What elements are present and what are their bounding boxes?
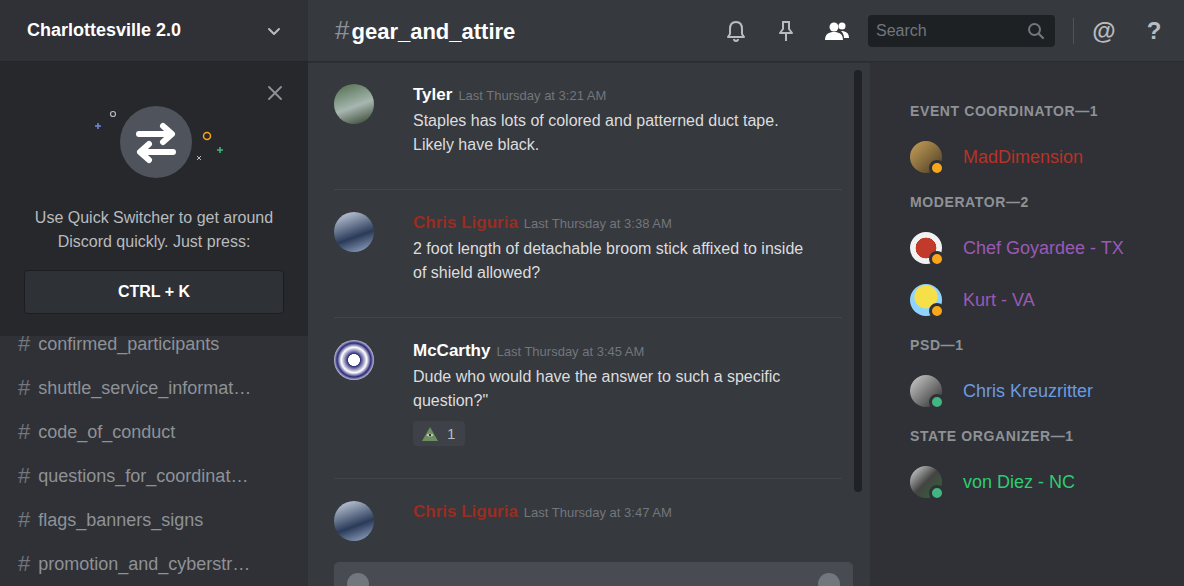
server-name[interactable]: Charlottesville 2.0 bbox=[27, 20, 181, 41]
channel-name[interactable]: code_of_conduct bbox=[38, 422, 175, 443]
mentions-icon[interactable]: @ bbox=[1092, 19, 1116, 43]
close-icon[interactable] bbox=[268, 86, 282, 100]
channel-header: #gear_and_attire Search @? bbox=[308, 0, 1184, 62]
search-placeholder: Search bbox=[876, 22, 927, 40]
channel-name[interactable]: promotion_and_cyberstr… bbox=[38, 554, 250, 575]
eye-pyramid-icon bbox=[421, 426, 439, 442]
channel-item[interactable]: # shuttle_service_informat… bbox=[0, 366, 308, 410]
status-dot bbox=[929, 160, 945, 176]
quick-switcher-popup: Use Quick Switcher to get around Discord… bbox=[0, 62, 308, 336]
member-name[interactable]: von Diez - NC bbox=[963, 472, 1075, 493]
emoji-icon[interactable] bbox=[817, 572, 841, 586]
author-name[interactable]: Chris Liguria bbox=[413, 212, 518, 234]
member-name[interactable]: MadDimension bbox=[963, 147, 1083, 168]
pin-icon[interactable] bbox=[774, 19, 798, 43]
member-group: PSD—1 Chris Kreuzritter bbox=[910, 335, 1174, 417]
timestamp: Last Thursday at 3:21 AM bbox=[458, 85, 606, 107]
message-text: Dude who would have the answer to such a… bbox=[413, 365, 805, 413]
quick-switcher-message: Use Quick Switcher to get around Discord… bbox=[26, 206, 282, 254]
avatar[interactable] bbox=[334, 212, 374, 252]
channel-name[interactable]: confirmed_participants bbox=[38, 334, 219, 355]
member-item[interactable]: Chef Goyardee - TX bbox=[910, 222, 1174, 274]
channel-item[interactable]: # questions_for_coordinat… bbox=[0, 454, 308, 498]
status-dot bbox=[929, 394, 945, 410]
upload-icon[interactable] bbox=[346, 572, 370, 586]
message-text: Staples has lots of colored and patterne… bbox=[413, 109, 805, 157]
message: Chris Liguria Last Thursday at 3:47 AM bbox=[334, 479, 842, 562]
toolbar-divider bbox=[1073, 18, 1074, 44]
hash-icon: # bbox=[18, 551, 30, 577]
switch-arrows-icon bbox=[79, 100, 229, 184]
member-name[interactable]: Kurt - VA bbox=[963, 290, 1035, 311]
scrollbar[interactable] bbox=[854, 70, 862, 492]
hash-icon: # bbox=[18, 507, 30, 533]
chat-panel: Tyler Last Thursday at 3:21 AMStaples has… bbox=[308, 62, 870, 586]
avatar[interactable] bbox=[334, 501, 374, 541]
channel-item[interactable]: # promotion_and_cyberstr… bbox=[0, 542, 308, 586]
members-icon[interactable] bbox=[824, 19, 850, 43]
avatar[interactable] bbox=[910, 284, 942, 316]
member-group: STATE ORGANIZER—1 von Diez - NC bbox=[910, 426, 1174, 508]
member-item[interactable]: Kurt - VA bbox=[910, 274, 1174, 326]
channel-item[interactable]: # code_of_conduct bbox=[0, 410, 308, 454]
avatar[interactable] bbox=[334, 340, 374, 380]
role-header: EVENT COORDINATOR—1 bbox=[910, 101, 1174, 121]
search-field[interactable]: Search bbox=[868, 15, 1055, 47]
role-header: MODERATOR—2 bbox=[910, 192, 1174, 212]
member-group: MODERATOR—2 Chef Goyardee - TX Kurt - VA bbox=[910, 192, 1174, 326]
hash-icon: # bbox=[18, 375, 30, 401]
discord-window: Charlottesville 2.0 # confirmed_participan… bbox=[0, 0, 1184, 586]
chevron-down-icon[interactable] bbox=[266, 23, 282, 39]
member-name[interactable]: Chef Goyardee - TX bbox=[963, 238, 1124, 259]
server-header[interactable]: Charlottesville 2.0 bbox=[0, 0, 308, 62]
avatar[interactable] bbox=[910, 466, 942, 498]
avatar[interactable] bbox=[910, 141, 942, 173]
member-group: EVENT COORDINATOR—1 MadDimension bbox=[910, 101, 1174, 183]
scrollbar-thumb[interactable] bbox=[854, 70, 862, 492]
message-list: Tyler Last Thursday at 3:21 AMStaples has… bbox=[308, 62, 842, 562]
channel-title: #gear_and_attire bbox=[335, 15, 515, 46]
bell-icon[interactable] bbox=[724, 19, 748, 43]
channel-item[interactable]: # flags_banners_signs bbox=[0, 498, 308, 542]
author-name[interactable]: Chris Liguria bbox=[413, 501, 518, 523]
magnifier-icon bbox=[1027, 22, 1045, 40]
member-list: EVENT COORDINATOR—1 MadDimension MODERATOR… bbox=[870, 62, 1184, 586]
main-area: #gear_and_attire Search @? Tyler Last Thursd… bbox=[308, 0, 1184, 586]
message-text: 2 foot length of detachable broom stick … bbox=[413, 237, 805, 285]
channel-name[interactable]: flags_banners_signs bbox=[38, 510, 203, 531]
member-name[interactable]: Chris Kreuzritter bbox=[963, 381, 1093, 402]
message: Tyler Last Thursday at 3:21 AMStaples has… bbox=[334, 62, 842, 190]
avatar[interactable] bbox=[910, 232, 942, 264]
channel-name[interactable]: shuttle_service_informat… bbox=[38, 378, 251, 399]
role-header: PSD—1 bbox=[910, 335, 1174, 355]
message: Chris Liguria Last Thursday at 3:38 AM2 f… bbox=[334, 190, 842, 318]
channel-name[interactable]: questions_for_coordinat… bbox=[38, 466, 248, 487]
role-header: STATE ORGANIZER—1 bbox=[910, 426, 1174, 446]
avatar[interactable] bbox=[910, 375, 942, 407]
hash-icon: # bbox=[18, 419, 30, 445]
avatar[interactable] bbox=[334, 84, 374, 124]
reaction[interactable]: 1 bbox=[413, 421, 465, 446]
status-dot bbox=[929, 251, 945, 267]
hash-icon: # bbox=[18, 463, 30, 489]
member-item[interactable]: Chris Kreuzritter bbox=[910, 365, 1174, 417]
member-item[interactable]: MadDimension bbox=[910, 131, 1174, 183]
author-name[interactable]: McCarthy bbox=[413, 340, 490, 362]
message-input[interactable] bbox=[334, 562, 853, 586]
author-name[interactable]: Tyler bbox=[413, 84, 452, 106]
status-dot bbox=[929, 485, 945, 501]
member-item[interactable]: von Diez - NC bbox=[910, 456, 1174, 508]
timestamp: Last Thursday at 3:45 AM bbox=[496, 341, 644, 363]
message: McCarthy Last Thursday at 3:45 AMDude who… bbox=[334, 318, 842, 479]
status-dot bbox=[929, 303, 945, 319]
shortcut-button[interactable]: CTRL + K bbox=[24, 270, 284, 314]
timestamp: Last Thursday at 3:47 AM bbox=[524, 502, 672, 524]
channel-sidebar: Charlottesville 2.0 # confirmed_participan… bbox=[0, 0, 308, 586]
help-icon[interactable]: ? bbox=[1142, 19, 1166, 43]
timestamp: Last Thursday at 3:38 AM bbox=[524, 213, 672, 235]
